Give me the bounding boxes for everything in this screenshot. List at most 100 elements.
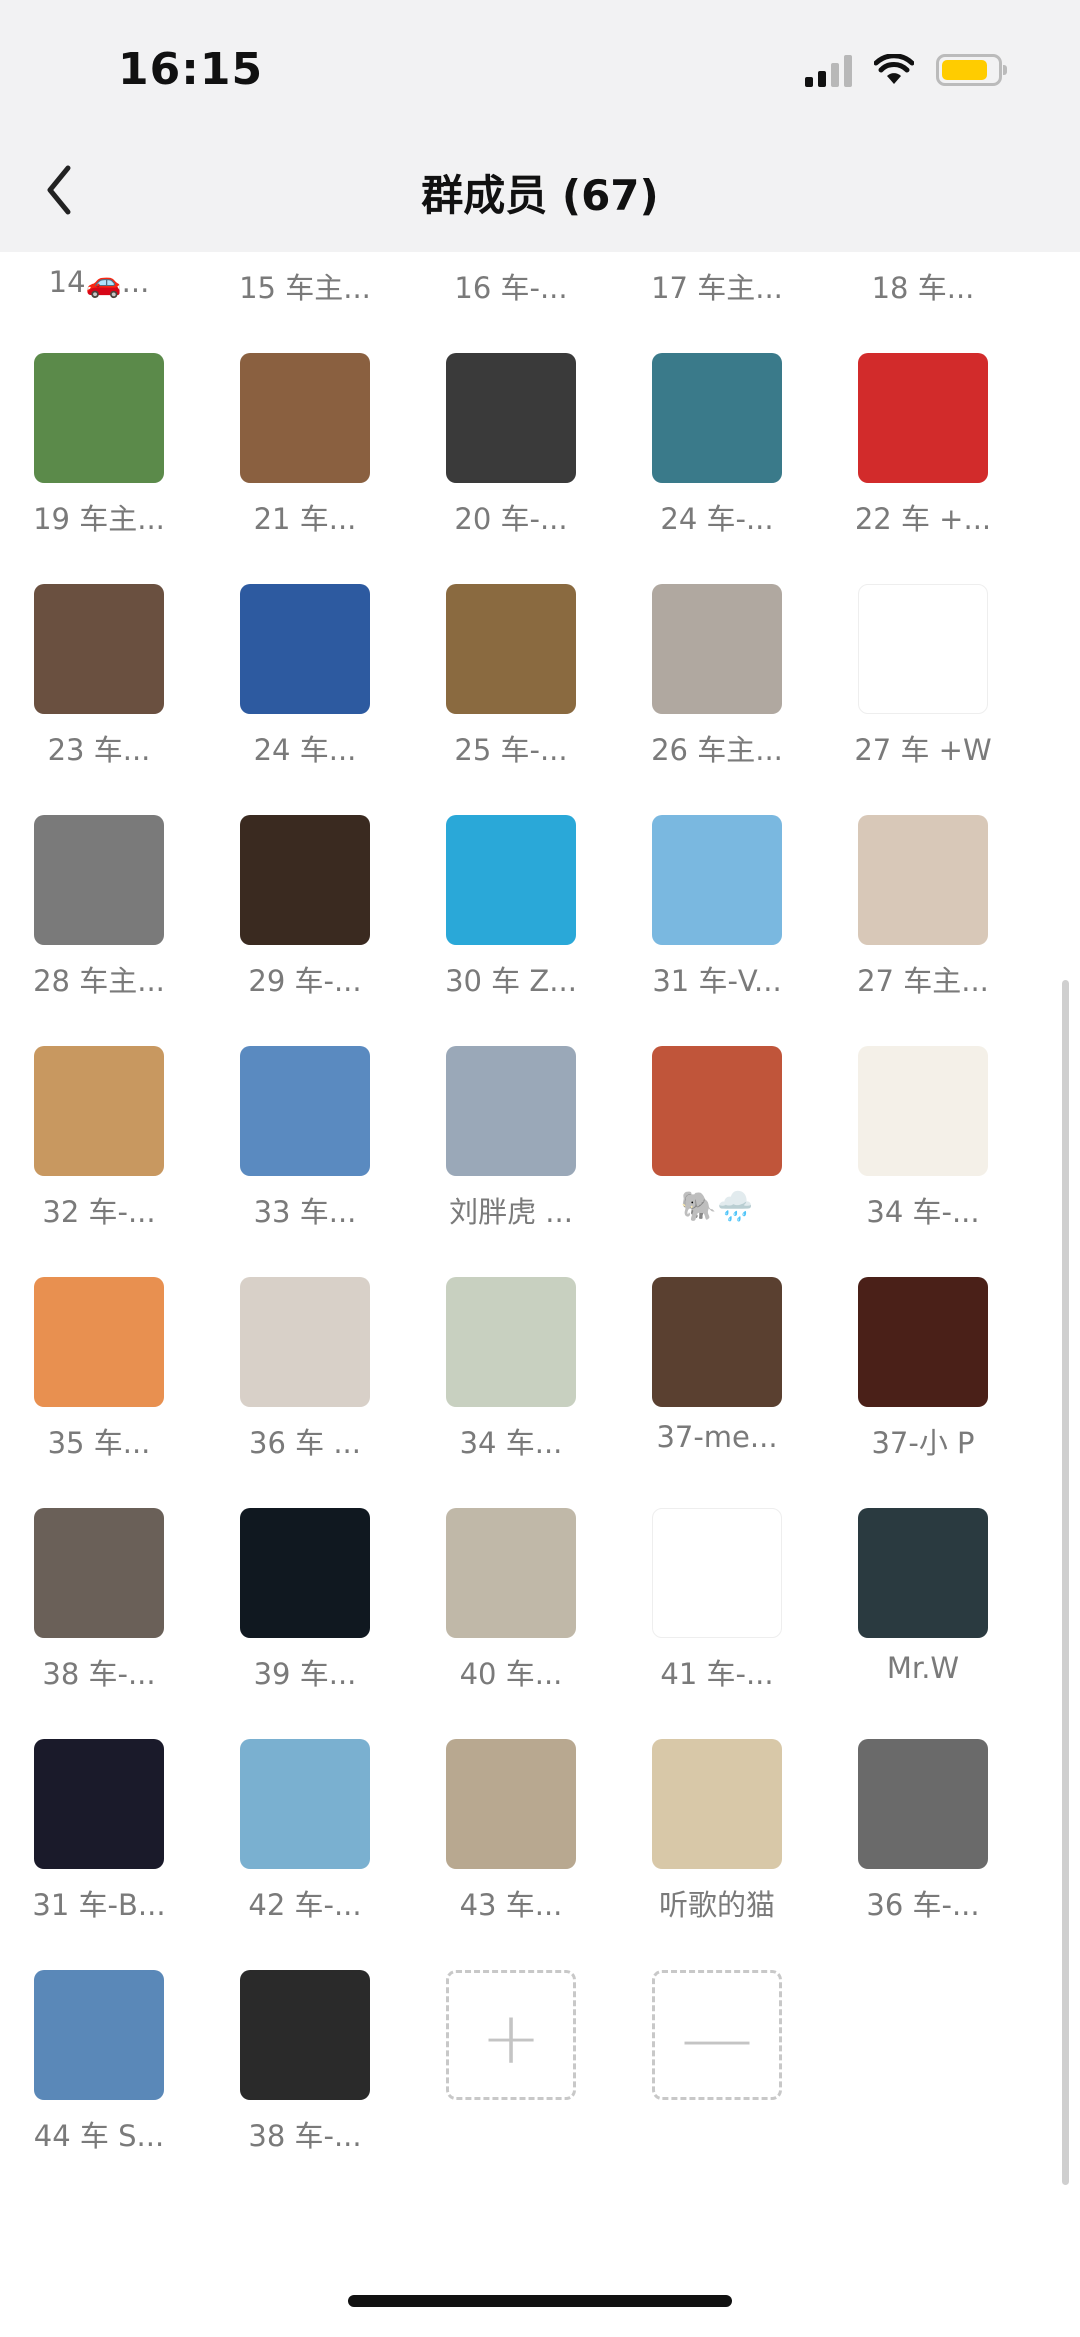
member-item[interactable]: 30 车 Z... [419, 815, 599, 1015]
avatar[interactable] [34, 1739, 164, 1869]
member-item[interactable]: 19 车主... [7, 353, 187, 553]
page-title: 群成员 (67) [421, 171, 659, 220]
member-item[interactable]: 22 车 +... [831, 353, 1011, 553]
member-item[interactable]: 29 车-... [213, 815, 393, 1015]
member-name: 31 车-V... [652, 964, 782, 998]
member-name: 27 车 +W [854, 733, 992, 767]
avatar[interactable] [446, 815, 576, 945]
member-item[interactable]: 39 车... [213, 1508, 393, 1708]
avatar[interactable] [652, 1046, 782, 1176]
avatar[interactable] [240, 815, 370, 945]
member-item[interactable]: 28 车主... [7, 815, 187, 1015]
avatar[interactable] [652, 584, 782, 714]
avatar[interactable] [34, 1508, 164, 1638]
member-name: 14🚗... [48, 265, 150, 299]
member-item[interactable]: 31 车-B... [7, 1739, 187, 1939]
member-name: 35 车... [47, 1426, 151, 1460]
member-item[interactable]: 27 车 +W [831, 584, 1011, 784]
member-item[interactable]: 40 车... [419, 1508, 599, 1708]
member-item[interactable]: 23 车... [7, 584, 187, 784]
scrollbar[interactable] [1062, 980, 1069, 2185]
avatar[interactable] [446, 1046, 576, 1176]
remove-member-button-box[interactable]: — [652, 1970, 782, 2100]
member-item[interactable]: 43 车... [419, 1739, 599, 1939]
avatar[interactable] [446, 353, 576, 483]
member-name: 28 车主... [33, 964, 165, 998]
member-name: 29 车-... [248, 964, 362, 998]
member-item[interactable]: 37-小 P [831, 1277, 1011, 1477]
avatar[interactable] [240, 1970, 370, 2100]
avatar[interactable] [652, 1277, 782, 1407]
avatar[interactable] [240, 1739, 370, 1869]
avatar[interactable] [446, 1277, 576, 1407]
avatar[interactable] [34, 1046, 164, 1176]
member-item[interactable]: 38 车-... [7, 1508, 187, 1708]
member-item[interactable]: 21 车... [213, 353, 393, 553]
member-name: 43 车... [459, 1888, 563, 1922]
avatar[interactable] [858, 1739, 988, 1869]
add-member-button-box[interactable]: + [446, 1970, 576, 2100]
avatar[interactable] [858, 584, 988, 714]
avatar[interactable] [858, 1046, 988, 1176]
member-item[interactable]: 26 车主... [625, 584, 805, 784]
avatar[interactable] [858, 1508, 988, 1638]
remove-member-button[interactable]: — [625, 1970, 805, 2170]
avatar[interactable] [858, 1277, 988, 1407]
member-name: 19 车主... [33, 502, 165, 536]
member-item[interactable]: 44 车 S... [7, 1970, 187, 2170]
avatar[interactable] [446, 584, 576, 714]
member-name: 42 车-... [248, 1888, 362, 1922]
avatar[interactable] [652, 1508, 782, 1638]
avatar[interactable] [858, 353, 988, 483]
avatar[interactable] [652, 1739, 782, 1869]
avatar[interactable] [34, 815, 164, 945]
member-item[interactable]: 🐘🌧️ [625, 1046, 805, 1246]
member-item[interactable]: 20 车-... [419, 353, 599, 553]
add-member-button[interactable]: + [419, 1970, 599, 2170]
avatar[interactable] [858, 815, 988, 945]
member-item[interactable]: Mr.W [831, 1508, 1011, 1708]
avatar[interactable] [652, 815, 782, 945]
member-item[interactable]: 37-me... [625, 1277, 805, 1477]
home-indicator[interactable] [348, 2295, 732, 2307]
member-item[interactable]: 33 车... [213, 1046, 393, 1246]
wifi-icon [874, 54, 914, 84]
avatar[interactable] [34, 353, 164, 483]
avatar[interactable] [446, 1508, 576, 1638]
avatar[interactable] [240, 1508, 370, 1638]
top-bar: 16:15 群成员 (67) [0, 0, 1080, 252]
status-icons [805, 50, 1007, 90]
member-item[interactable]: 36 车-... [831, 1739, 1011, 1939]
member-item[interactable]: 31 车-V... [625, 815, 805, 1015]
avatar[interactable] [34, 584, 164, 714]
member-item[interactable]: 35 车... [7, 1277, 187, 1477]
avatar[interactable] [240, 1046, 370, 1176]
member-item[interactable]: 34 车-... [831, 1046, 1011, 1246]
member-name: 38 车-... [248, 2119, 362, 2153]
member-item[interactable]: 38 车-... [213, 1970, 393, 2170]
member-name: 21 车... [253, 502, 357, 536]
member-item[interactable]: 27 车主... [831, 815, 1011, 1015]
member-item[interactable]: 41 车-... [625, 1508, 805, 1708]
member-item[interactable]: 24 车-... [625, 353, 805, 553]
status-time: 16:15 [118, 44, 264, 95]
member-name: 刘胖虎 ... [449, 1195, 573, 1229]
member-name: 37-小 P [871, 1426, 975, 1460]
member-item[interactable]: 34 车... [419, 1277, 599, 1477]
avatar[interactable] [34, 1277, 164, 1407]
avatar[interactable] [446, 1739, 576, 1869]
member-item[interactable]: 25 车-... [419, 584, 599, 784]
avatar[interactable] [34, 1970, 164, 2100]
member-item[interactable]: 听歌的猫 [625, 1739, 805, 1939]
member-name: 30 车 Z... [445, 964, 577, 998]
member-item[interactable]: 24 车... [213, 584, 393, 784]
avatar[interactable] [240, 1277, 370, 1407]
member-item[interactable]: 42 车-... [213, 1739, 393, 1939]
avatar[interactable] [652, 353, 782, 483]
member-item[interactable]: 36 车 ... [213, 1277, 393, 1477]
avatar[interactable] [240, 584, 370, 714]
member-item[interactable]: 刘胖虎 ... [419, 1046, 599, 1246]
avatar[interactable] [240, 353, 370, 483]
member-grid: 14🚗... 15 车主... 16 车-... 17 车主... 18 车... 19 … [0, 0, 1080, 2337]
member-item[interactable]: 32 车-... [7, 1046, 187, 1246]
